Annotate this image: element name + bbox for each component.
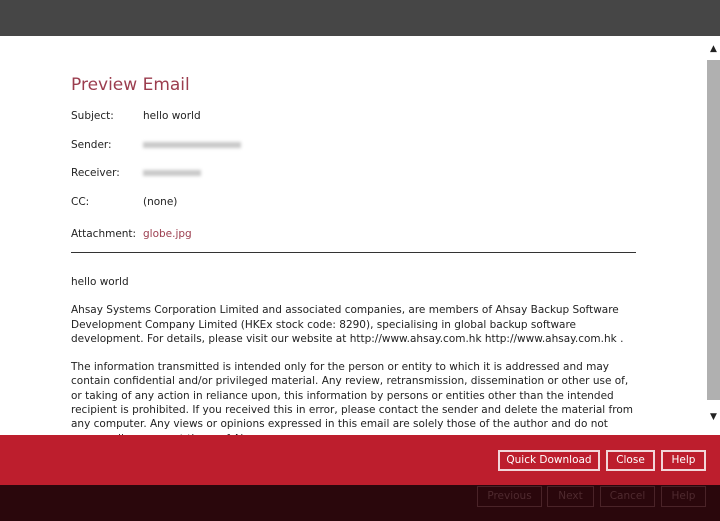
subject-row: Subject: hello world bbox=[71, 110, 201, 122]
sender-value-redacted bbox=[143, 142, 241, 148]
dialog-footer: Quick Download Close Help bbox=[0, 435, 720, 485]
attachment-link[interactable]: globe.jpg bbox=[143, 228, 192, 240]
quick-download-button[interactable]: Quick Download bbox=[498, 450, 600, 471]
preview-email-panel: Preview Email Subject: hello world Sender… bbox=[0, 36, 706, 435]
attachment-label: Attachment: bbox=[71, 228, 137, 240]
subject-value: hello world bbox=[143, 110, 201, 122]
scroll-down-icon[interactable]: ▼ bbox=[707, 412, 720, 422]
close-button[interactable]: Close bbox=[606, 450, 655, 471]
email-body: hello world Ahsay Systems Corporation Li… bbox=[71, 275, 641, 435]
previous-button[interactable]: Previous bbox=[477, 486, 542, 507]
cc-value: (none) bbox=[143, 196, 178, 208]
cc-row: CC: (none) bbox=[71, 196, 177, 208]
next-button[interactable]: Next bbox=[547, 486, 594, 507]
attachment-row: Attachment: globe.jpg bbox=[71, 228, 192, 240]
wizard-help-button[interactable]: Help bbox=[661, 486, 706, 507]
receiver-value-redacted bbox=[143, 170, 201, 176]
page-title: Preview Email bbox=[71, 75, 190, 95]
scrollbar-thumb[interactable] bbox=[707, 60, 720, 400]
sender-row: Sender: bbox=[71, 139, 241, 151]
scroll-up-icon[interactable]: ▲ bbox=[707, 44, 720, 54]
cancel-button[interactable]: Cancel bbox=[600, 486, 655, 507]
help-button[interactable]: Help bbox=[661, 450, 706, 471]
receiver-row: Receiver: bbox=[71, 167, 201, 179]
body-paragraph: Ahsay Systems Corporation Limited and as… bbox=[71, 304, 624, 345]
top-bar bbox=[0, 0, 720, 36]
wizard-footer: Previous Next Cancel Help bbox=[0, 485, 720, 521]
body-paragraph: hello world bbox=[71, 276, 129, 288]
sender-label: Sender: bbox=[71, 139, 112, 151]
body-paragraph: The information transmitted is intended … bbox=[71, 361, 633, 435]
receiver-label: Receiver: bbox=[71, 167, 120, 179]
cc-label: CC: bbox=[71, 196, 90, 208]
subject-label: Subject: bbox=[71, 110, 114, 122]
divider bbox=[71, 252, 636, 253]
